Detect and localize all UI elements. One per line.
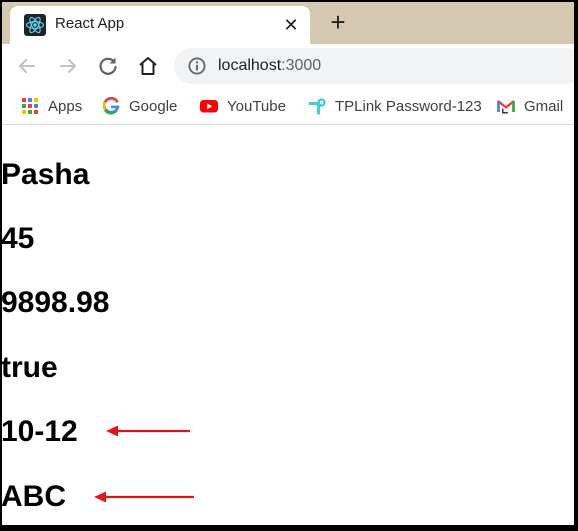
gmail-icon [497, 100, 515, 114]
tab-react-app[interactable]: React App ✕ [10, 6, 310, 44]
new-tab-button[interactable]: + [324, 8, 352, 36]
red-arrow-annotation [106, 425, 190, 437]
url-text[interactable]: localhost:3000 [218, 57, 321, 75]
react-icon [24, 14, 46, 36]
bookmark-google[interactable]: Google [102, 96, 177, 116]
heading-name: Pasha [2, 158, 90, 191]
bookmark-label: Gmail [524, 97, 564, 115]
address-bar[interactable]: localhost:3000 [174, 48, 574, 84]
bookmark-youtube[interactable]: YouTube [200, 96, 286, 116]
forward-icon[interactable] [56, 54, 80, 78]
home-icon[interactable] [136, 54, 160, 78]
close-tab-icon[interactable]: ✕ [280, 14, 302, 36]
heading-number: 45 [2, 222, 35, 255]
heading-text: ABC [2, 480, 66, 513]
reload-icon[interactable] [96, 54, 120, 78]
tab-title: React App [55, 15, 125, 32]
google-icon [102, 97, 120, 115]
heading-boolean: true [2, 351, 58, 384]
bookmark-gmail[interactable]: Gmail [497, 96, 563, 116]
page-content: Pasha 45 9898.98 true 10-12 ABC [2, 125, 574, 525]
bookmark-label: YouTube [227, 97, 286, 115]
back-icon[interactable] [15, 54, 39, 78]
apps-grid-icon [22, 98, 38, 114]
url-host: localhost [218, 57, 282, 74]
tab-strip: React App ✕ + [2, 2, 574, 44]
info-icon[interactable] [188, 57, 206, 75]
bookmark-label: TPLink Password-123 [335, 97, 482, 115]
heading-float: 9898.98 [2, 286, 110, 319]
red-arrow-annotation [94, 491, 194, 503]
bookmark-label: Google [129, 97, 178, 115]
bookmark-apps[interactable]: Apps [21, 96, 82, 116]
youtube-icon [200, 100, 218, 113]
toolbar: localhost:3000 [2, 44, 574, 88]
bookmark-label: Apps [48, 97, 83, 115]
heading-range: 10-12 [2, 415, 78, 448]
tplink-icon [308, 98, 326, 115]
url-port: :3000 [281, 57, 322, 74]
bookmark-tplink[interactable]: TPLink Password-123 [308, 96, 482, 116]
browser-window: React App ✕ + localhost:3000 Apps Google… [2, 2, 574, 525]
bookmarks-bar: Apps Google YouTube TPLink Password-123 … [2, 88, 574, 125]
